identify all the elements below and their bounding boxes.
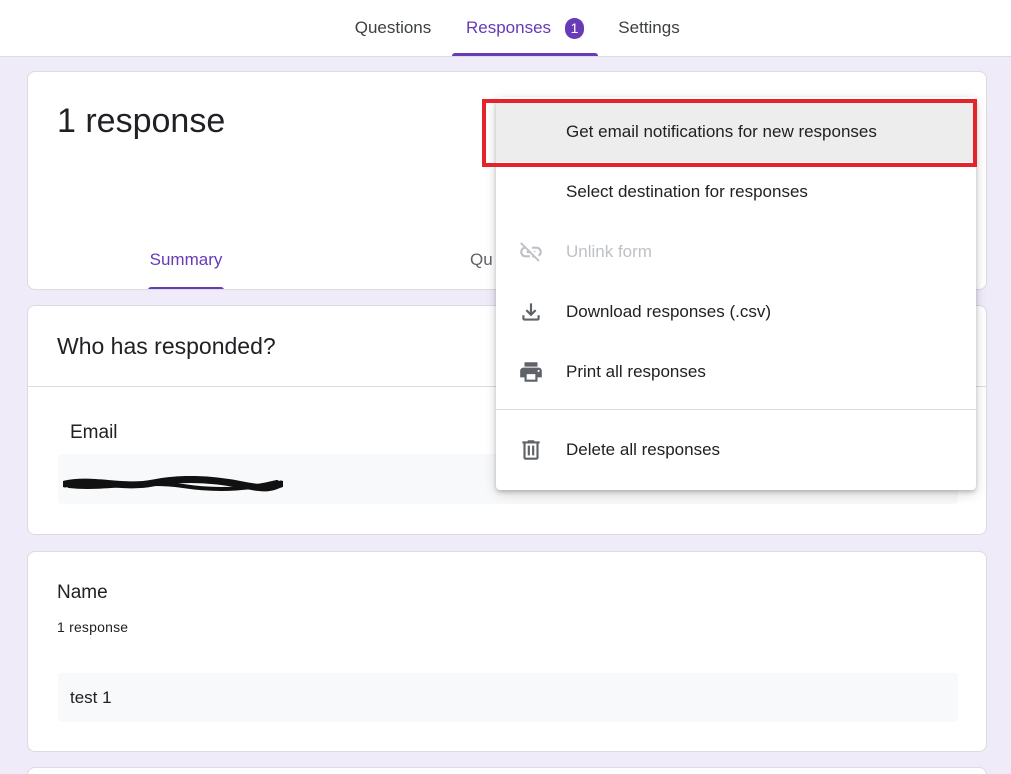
- menu-item-label: Select destination for responses: [566, 182, 808, 201]
- response-count-title: 1 response: [57, 102, 226, 140]
- question-title: Name: [57, 582, 108, 603]
- answer-text: test 1: [70, 687, 112, 707]
- tab-responses-label: Responses: [465, 18, 552, 37]
- tab-questions-label: Questions: [354, 18, 432, 37]
- responses-options-menu: Get email notifications for new response…: [496, 97, 976, 490]
- link-off-icon: [518, 239, 544, 265]
- trash-icon: [518, 437, 544, 463]
- question-card-name: Name 1 response test 1: [27, 551, 987, 752]
- menu-item-label: Unlink form: [566, 242, 652, 261]
- question-response-count: 1 response: [57, 619, 129, 635]
- print-icon: [518, 359, 544, 385]
- menu-item-label: Print all responses: [566, 362, 706, 381]
- subtab-active-indicator: [148, 287, 224, 289]
- tab-settings-label: Settings: [618, 18, 680, 37]
- menu-item-label: Delete all responses: [566, 440, 721, 459]
- top-tab-bar: Questions Responses 1 Settings: [0, 0, 1011, 57]
- download-icon: [518, 299, 544, 325]
- menu-divider: [496, 409, 976, 410]
- menu-item-email-notifications[interactable]: Get email notifications for new response…: [496, 102, 976, 162]
- subtab-question-label: Qu: [470, 250, 493, 269]
- tab-questions[interactable]: Questions: [344, 0, 442, 56]
- menu-item-download-csv[interactable]: Download responses (.csv): [496, 282, 976, 342]
- active-tab-indicator: [452, 53, 598, 56]
- subtab-summary[interactable]: Summary: [145, 250, 227, 289]
- subtab-summary-label: Summary: [149, 250, 223, 269]
- respondents-title: Who has responded?: [57, 333, 276, 359]
- menu-item-unlink-form: Unlink form: [496, 222, 976, 282]
- menu-item-label: Download responses (.csv): [566, 302, 772, 321]
- email-column-label: Email: [70, 422, 118, 443]
- answer-row: test 1: [58, 673, 958, 722]
- menu-item-label: Get email notifications for new response…: [566, 122, 877, 141]
- tab-responses[interactable]: Responses 1: [452, 0, 598, 56]
- menu-item-select-destination[interactable]: Select destination for responses: [496, 162, 976, 222]
- menu-item-print-all[interactable]: Print all responses: [496, 342, 976, 402]
- next-card: [27, 767, 987, 774]
- menu-item-delete-all[interactable]: Delete all responses: [496, 420, 976, 480]
- redacted-email-scribble: [63, 476, 283, 492]
- responses-count-badge: 1: [565, 17, 585, 39]
- tab-settings[interactable]: Settings: [608, 0, 690, 56]
